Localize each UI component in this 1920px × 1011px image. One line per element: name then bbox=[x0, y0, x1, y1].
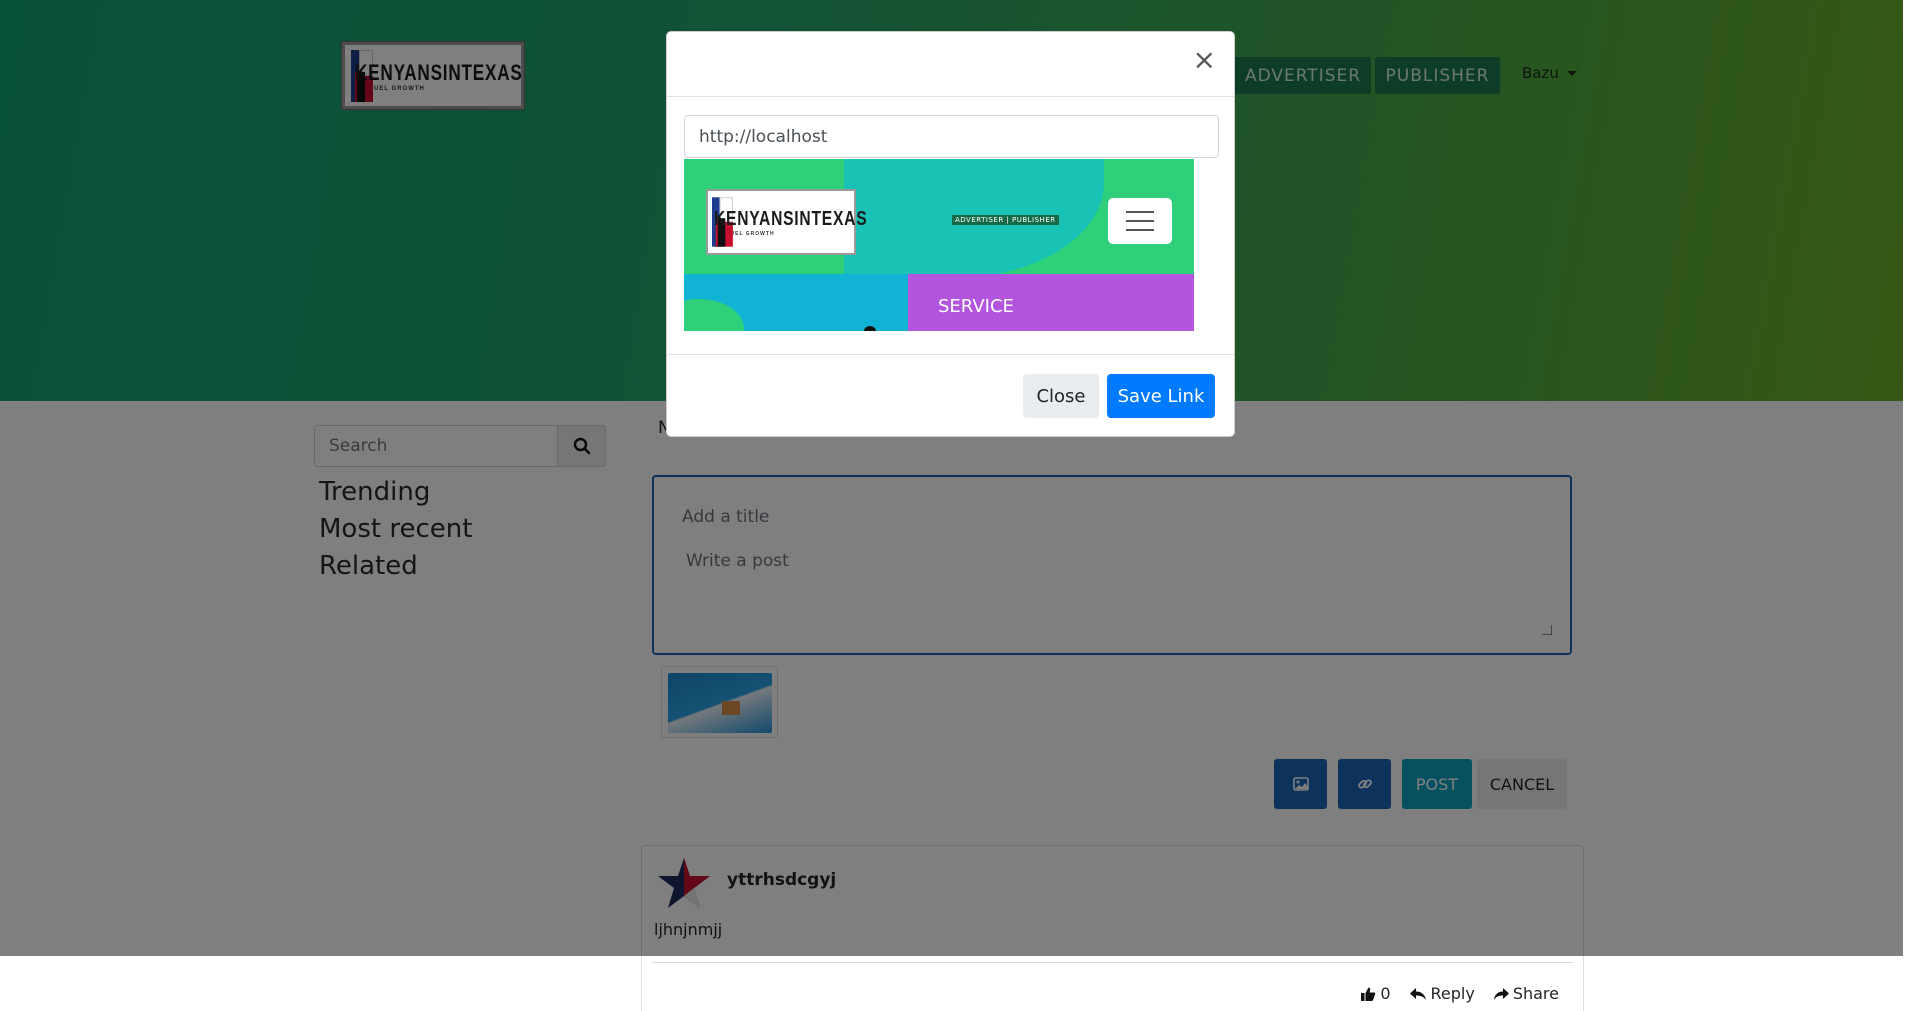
modal-footer: Close Save Link bbox=[667, 354, 1234, 437]
close-icon[interactable]: × bbox=[1193, 46, 1216, 74]
preview-logo-text: KENYANSINTEXAS bbox=[714, 207, 868, 230]
preview-service-label: SERVICE bbox=[938, 296, 1014, 317]
link-preview[interactable]: KENYANSINTEXAS WE FUEL GROWTH ADVERTISER… bbox=[684, 159, 1194, 331]
close-button[interactable]: Close bbox=[1023, 374, 1099, 418]
scrollbar-gutter bbox=[1903, 0, 1920, 1011]
share-icon bbox=[1493, 987, 1509, 1000]
thumbs-up-icon bbox=[1361, 987, 1376, 1001]
share-button[interactable]: Share bbox=[1493, 984, 1559, 1003]
link-modal: × http://localhost KENYANSINTEXAS WE FUE… bbox=[666, 31, 1235, 437]
reply-label: Reply bbox=[1430, 984, 1475, 1003]
preview-nav-text: ADVERTISER | PUBLISHER bbox=[952, 215, 1059, 225]
post-actions: 0 Reply Share bbox=[1360, 984, 1559, 1003]
hamburger-menu-icon bbox=[1108, 198, 1172, 244]
like-button[interactable]: 0 bbox=[1360, 984, 1391, 1003]
save-link-button[interactable]: Save Link bbox=[1107, 374, 1215, 418]
reply-icon bbox=[1409, 987, 1426, 1000]
url-input[interactable]: http://localhost bbox=[684, 115, 1219, 158]
preview-logo: KENYANSINTEXAS WE FUEL GROWTH bbox=[706, 189, 867, 255]
preview-logo-tagline: WE FUEL GROWTH bbox=[714, 230, 775, 237]
divider bbox=[652, 962, 1573, 963]
share-label: Share bbox=[1512, 984, 1559, 1003]
like-count: 0 bbox=[1380, 984, 1391, 1003]
modal-header: × bbox=[667, 32, 1234, 97]
reply-button[interactable]: Reply bbox=[1409, 984, 1475, 1003]
preview-service-panel: SERVICE bbox=[908, 274, 1194, 331]
